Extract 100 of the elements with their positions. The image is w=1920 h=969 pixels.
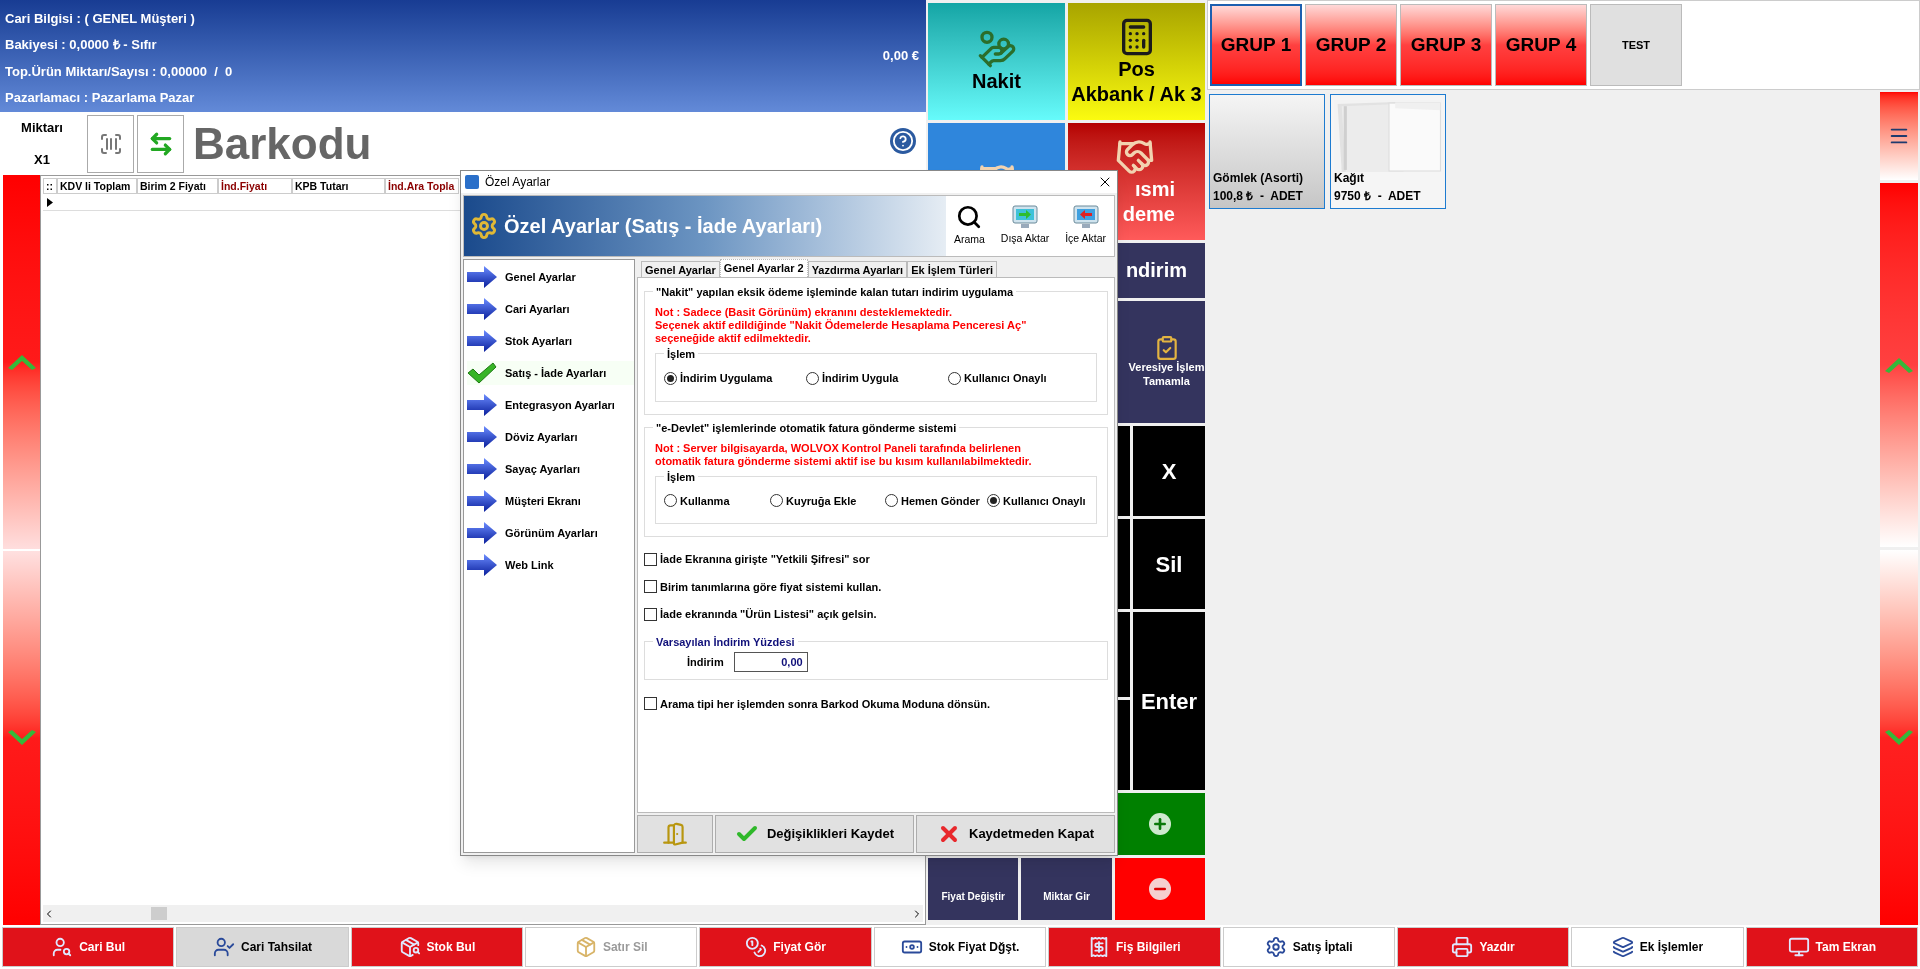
payment-button[interactable]: Nakit — [928, 3, 1065, 120]
barcode-scanner-icon — [98, 131, 123, 156]
function-button[interactable]: Yazdır — [1396, 927, 1570, 967]
scroll-down-button[interactable] — [1880, 550, 1918, 925]
arrow-icon — [467, 426, 497, 448]
tab[interactable]: Genel Ayarlar — [641, 261, 720, 277]
group-tab[interactable]: GRUP 1 — [1210, 4, 1302, 86]
toolbar-button[interactable]: Arama — [953, 204, 985, 248]
function-button[interactable]: Cari Tahsilat — [176, 927, 349, 967]
scroll-up-button[interactable] — [3, 175, 40, 549]
product-tile[interactable]: Kağıt 9750 ₺ - ADET — [1330, 94, 1446, 209]
product-tile[interactable]: Gömlek (Asorti) 100,8 ₺ - ADET — [1209, 94, 1325, 209]
help-icon[interactable] — [890, 127, 916, 154]
chevron-down-icon — [7, 730, 36, 746]
nav-item[interactable]: Görünüm Ayarları — [467, 521, 634, 545]
nav-item[interactable]: Satış - İade Ayarları — [467, 361, 634, 385]
radio-button[interactable] — [664, 494, 677, 508]
scroll-thumb[interactable] — [151, 907, 167, 920]
monitor-arrow-left-icon — [1072, 205, 1099, 230]
checkbox[interactable] — [644, 697, 657, 711]
function-button[interactable]: Stok Fiyat Dğşt. — [873, 927, 1047, 967]
menu-button[interactable] — [1880, 92, 1918, 180]
radio-label: Hemen Gönder — [901, 493, 980, 509]
arrow-icon — [467, 554, 497, 576]
radio-button[interactable] — [770, 494, 783, 508]
radio-button[interactable] — [806, 371, 819, 385]
keypad-key[interactable]: X — [1133, 426, 1205, 516]
function-button[interactable]: Tam Ekran — [1745, 927, 1918, 967]
function-button[interactable]: Stok Bul — [350, 927, 524, 967]
chevron-up-icon — [7, 354, 36, 370]
customer-info-line: Bakiyesi : 0,0000 ₺ - Sıfır — [5, 36, 158, 54]
radio-label: İndirim Uygulama — [680, 371, 773, 386]
checkbox-label: Birim tanımlarına göre fiyat sistemi kullan. — [660, 579, 882, 595]
radio-button[interactable] — [948, 371, 961, 385]
checkbox[interactable] — [644, 580, 657, 594]
nav-item[interactable]: Cari Ayarları — [467, 297, 634, 321]
warning-note: Not : Sadece (Basit Görünüm) ekranını desteklemektedir. Seçenek aktif edildiğinde "Nakit Ödemelerde Hesaplama Penceresi Aç" seçeneğide aktif edilmektedir. — [655, 306, 1028, 345]
function-button[interactable]: Fiyat Gör — [699, 927, 872, 967]
scroll-up-button[interactable] — [1880, 183, 1918, 548]
product-name: Gömlek (Asorti) — [1213, 170, 1303, 187]
door-icon — [662, 821, 688, 847]
group-tab[interactable]: GRUP 3 — [1400, 4, 1492, 86]
function-button[interactable]: Satış İptali — [1222, 927, 1395, 967]
checkbox-label: İade ekranında "Ürün Listesi" açık gelsin. — [660, 607, 877, 622]
barcode-label: Barkodu — [193, 117, 372, 170]
group-tab[interactable]: TEST — [1590, 4, 1682, 86]
keypad-key[interactable]: Enter — [1133, 612, 1205, 790]
arrow-icon — [467, 458, 497, 480]
action-button[interactable]: Miktar Gir — [1021, 858, 1112, 920]
scanner-button[interactable] — [87, 114, 134, 173]
button-label: ndirim — [1125, 258, 1187, 283]
checkbox[interactable] — [644, 607, 657, 621]
save-button[interactable]: Değişiklikleri Kaydet — [715, 815, 914, 853]
keypad-key[interactable]: Sil — [1133, 519, 1205, 609]
group-tab[interactable]: GRUP 2 — [1305, 4, 1397, 86]
nav-item[interactable]: Stok Ayarları — [467, 329, 634, 353]
scroll-down-button[interactable] — [3, 551, 40, 925]
button-label: deme — [1122, 201, 1175, 227]
tab[interactable]: Genel Ayarlar 2 — [719, 259, 808, 277]
radio-button[interactable] — [885, 494, 898, 508]
function-button[interactable]: Cari Bul — [2, 927, 175, 967]
decrease-button[interactable] — [1114, 858, 1205, 920]
close-without-saving-button[interactable]: Kaydetmeden Kapat — [916, 815, 1115, 853]
nav-item[interactable]: Entegrasyon Ayarları — [467, 393, 634, 417]
column-header: İnd.Fiyatı — [218, 178, 292, 194]
function-button[interactable]: Fiş Bilgileri — [1048, 927, 1221, 967]
button-label: Tamamla — [1143, 375, 1190, 389]
chevron-down-icon — [1885, 729, 1913, 746]
person-check-icon — [212, 936, 235, 958]
toolbar-button[interactable]: Dışa Aktar — [1000, 205, 1050, 247]
nav-item[interactable]: Sayaç Ayarları — [467, 457, 634, 481]
action-button[interactable]: Fiyat Değiştir — [928, 858, 1019, 920]
swap-button[interactable] — [137, 114, 184, 173]
arrow-icon — [467, 490, 497, 512]
group-tab[interactable]: GRUP 4 — [1495, 4, 1587, 86]
tab[interactable]: Yazdırma Ayarları — [807, 261, 908, 277]
nav-item[interactable]: Web Link — [467, 553, 634, 577]
gear-icon — [470, 212, 498, 240]
function-button[interactable]: Ek İşlemler — [1571, 927, 1744, 967]
nav-item[interactable]: Müşteri Ekranı — [467, 489, 634, 513]
package-icon — [574, 936, 597, 958]
payment-button[interactable]: Pos Akbank / Ak 3 — [1068, 3, 1205, 120]
dialog-heading: Özel Ayarlar (Satış - İade Ayarları) — [504, 214, 823, 239]
arrow-icon — [467, 330, 497, 352]
radio-button[interactable] — [987, 494, 1000, 508]
monitor-arrow-right-icon — [1012, 205, 1039, 230]
button-label: Akbank / Ak 3 — [1071, 81, 1202, 107]
row-pointer-icon — [47, 197, 53, 207]
radio-button[interactable] — [664, 371, 677, 385]
subgroup-legend: İşlem — [664, 468, 699, 485]
radio-label: İndirim Uygula — [822, 371, 899, 386]
tab[interactable]: Ek İşlem Türleri — [907, 261, 998, 277]
minus-icon — [1148, 878, 1171, 900]
nav-item[interactable]: Genel Ayarlar — [467, 265, 634, 289]
warning-note: Not : Server bilgisayarda, WOLVOX Kontrol Paneli tarafında belirlenen otomatik fatura gönderme sistemi aktif ise bu kısım kullanılabilmektedir. — [655, 441, 1033, 468]
discount-field[interactable]: 0,00 — [733, 652, 808, 672]
nav-item[interactable]: Döviz Ayarları — [467, 425, 634, 449]
arrow-icon — [467, 298, 497, 320]
checkbox[interactable] — [644, 552, 657, 566]
column-header: KPB Tutarı — [292, 178, 385, 194]
